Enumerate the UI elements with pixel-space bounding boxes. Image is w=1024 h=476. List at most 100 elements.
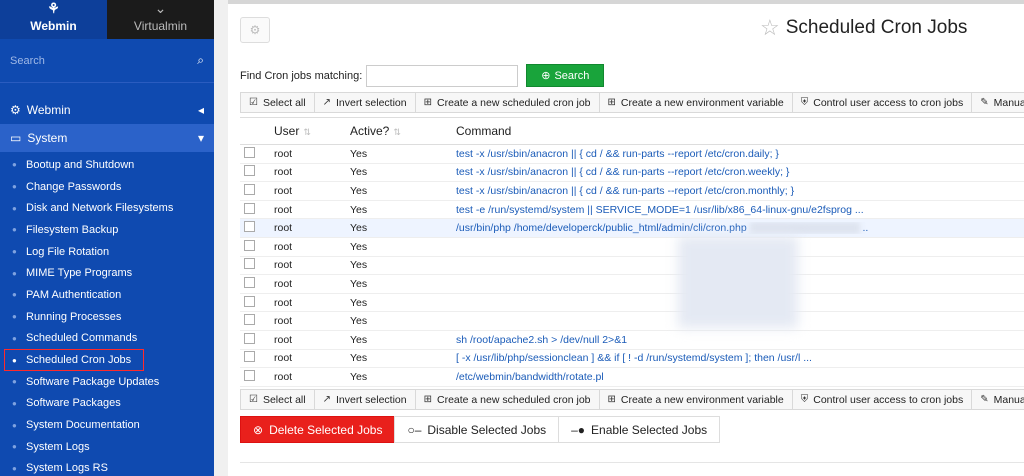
- command-link[interactable]: test -e /run/systemd/system || SERVICE_M…: [456, 204, 864, 216]
- row-checkbox[interactable]: [244, 332, 255, 344]
- external-link-icon: ↗: [322, 394, 331, 405]
- bullet-icon: ●: [12, 463, 17, 473]
- table-row[interactable]: root Yes test -x /usr/sbin/anacron || { cd…: [240, 182, 1024, 201]
- sidebar-item-disk-filesystems[interactable]: ● Disk and Network Filesystems: [0, 197, 214, 219]
- manually-edit-button[interactable]: ✎ Manually ed: [971, 92, 1024, 113]
- row-select-cell: [240, 183, 270, 198]
- header-command[interactable]: Command: [456, 124, 1024, 138]
- sidebar-item-pam[interactable]: ● PAM Authentication: [0, 284, 214, 306]
- row-checkbox[interactable]: [244, 221, 255, 233]
- table-row[interactable]: root Yes test -x /usr/sbin/anacron || { cd…: [240, 145, 1024, 164]
- row-checkbox[interactable]: [244, 295, 255, 307]
- edit-icon: ✎: [980, 97, 989, 108]
- row-checkbox[interactable]: [244, 314, 255, 326]
- command-link[interactable]: test -x /usr/sbin/anacron || { cd / && r…: [456, 185, 794, 197]
- sidebar-item-running-processes[interactable]: ● Running Processes: [0, 306, 214, 328]
- virtualmin-tab[interactable]: ⌄ Virtualmin: [107, 0, 214, 39]
- table-row[interactable]: root Yes: [240, 257, 1024, 276]
- sidebar-item-mime-types[interactable]: ● MIME Type Programs: [0, 262, 214, 284]
- bullet-icon: ●: [12, 442, 17, 452]
- enable-selected-button[interactable]: –● Enable Selected Jobs: [558, 416, 721, 443]
- control-access-button[interactable]: ⛨ Control user access to cron jobs: [791, 389, 973, 410]
- delete-icon: ⊗: [253, 422, 264, 437]
- control-access-label: Control user access to cron jobs: [813, 393, 964, 406]
- sidebar-item-scheduled-cron-jobs[interactable]: ● Scheduled Cron Jobs: [4, 349, 144, 371]
- select-all-button[interactable]: ☑ Select all: [240, 389, 315, 410]
- sidebar-category-system[interactable]: ▭ System ▾: [0, 124, 214, 152]
- command-link[interactable]: /etc/webmin/bandwidth/rotate.pl: [456, 371, 604, 383]
- row-active: Yes: [350, 370, 368, 383]
- bullet-icon: ●: [12, 290, 17, 300]
- row-checkbox[interactable]: [244, 276, 255, 288]
- row-select-cell: [240, 314, 270, 328]
- toggle-on-icon: –●: [571, 422, 586, 437]
- command-link[interactable]: /usr/bin/php /home/developerck/public_ht…: [456, 222, 747, 234]
- sidebar-category-webmin[interactable]: ⚙ Webmin ◂: [0, 96, 214, 124]
- command-link[interactable]: [ -x /usr/lib/php/sessionclean ] && if […: [456, 352, 812, 364]
- table-body: root Yes test -x /usr/sbin/anacron || { cd…: [240, 145, 1024, 387]
- invert-selection-button[interactable]: ↗ Invert selection: [313, 389, 416, 410]
- control-access-button[interactable]: ⛨ Control user access to cron jobs: [791, 92, 973, 113]
- row-active: Yes: [350, 240, 368, 253]
- table-row[interactable]: root Yes [ -x /usr/lib/php/sessionclean ] …: [240, 350, 1024, 369]
- table-row[interactable]: root Yes: [240, 275, 1024, 294]
- row-checkbox[interactable]: [244, 146, 255, 158]
- row-active: Yes: [350, 277, 368, 290]
- table-row[interactable]: root Yes/etc/webmin/bandwidth/rotate.pl: [240, 368, 1024, 387]
- sidebar-search[interactable]: Search ⌕: [0, 39, 214, 83]
- command-link[interactable]: test -x /usr/sbin/anacron || { cd / && r…: [456, 166, 789, 178]
- shield-icon: ⛨: [800, 97, 809, 108]
- table-row[interactable]: root Yes: [240, 312, 1024, 331]
- command-link[interactable]: test -x /usr/sbin/anacron || { cd / && r…: [456, 148, 779, 160]
- header-user[interactable]: User ⇅: [270, 124, 350, 138]
- sidebar-item-log-rotation[interactable]: ● Log File Rotation: [0, 241, 214, 263]
- row-select-cell: [240, 276, 270, 291]
- external-link-icon: ↗: [322, 97, 331, 108]
- search-button-label: Search: [554, 69, 590, 82]
- disable-selected-button[interactable]: ○– Disable Selected Jobs: [394, 416, 560, 443]
- row-checkbox[interactable]: [244, 202, 255, 214]
- sidebar-item-label: Log File Rotation: [26, 245, 110, 258]
- row-checkbox[interactable]: [244, 239, 255, 251]
- delete-selected-button[interactable]: ⊗ Delete Selected Jobs: [240, 416, 396, 443]
- search-button[interactable]: ⊕ Search: [526, 64, 605, 87]
- sidebar-item-change-passwords[interactable]: ● Change Passwords: [0, 176, 214, 198]
- sidebar-item-system-logs-rs[interactable]: ● System Logs RS: [0, 458, 214, 476]
- select-all-button[interactable]: ☑ Select all: [240, 92, 315, 113]
- sidebar-item-software-packages[interactable]: ● Software Packages: [0, 393, 214, 415]
- header-active[interactable]: Active? ⇅: [350, 124, 456, 138]
- row-user: root: [274, 184, 293, 197]
- table-row[interactable]: root Yes: [240, 238, 1024, 257]
- table-row[interactable]: root Yes sh /root/apache2.sh > /dev/null 2…: [240, 331, 1024, 350]
- row-checkbox[interactable]: [244, 369, 255, 381]
- create-env-var-button[interactable]: ⊞ Create a new environment variable: [598, 389, 793, 410]
- command-link[interactable]: sh /root/apache2.sh > /dev/null 2>&1: [456, 334, 627, 346]
- manually-edit-button[interactable]: ✎ Manually ed: [971, 389, 1024, 410]
- invert-selection-button[interactable]: ↗ Invert selection: [313, 92, 416, 113]
- create-env-var-button[interactable]: ⊞ Create a new environment variable: [598, 92, 793, 113]
- webmin-tab[interactable]: ⚘ Webmin: [0, 0, 107, 39]
- row-checkbox[interactable]: [244, 165, 255, 177]
- create-cron-job-button[interactable]: ⊞ Create a new scheduled cron job: [414, 389, 600, 410]
- create-cron-job-button[interactable]: ⊞ Create a new scheduled cron job: [414, 92, 600, 113]
- table-row[interactable]: root Yes/usr/bin/php /home/developerck/pu…: [240, 219, 1024, 238]
- row-checkbox[interactable]: [244, 258, 255, 270]
- sidebar-item-scheduled-commands[interactable]: ● Scheduled Commands: [0, 328, 214, 350]
- sidebar-item-system-logs[interactable]: ● System Logs: [0, 436, 214, 458]
- sidebar-item-system-documentation[interactable]: ● System Documentation: [0, 414, 214, 436]
- sidebar-item-filesystem-backup[interactable]: ● Filesystem Backup: [0, 219, 214, 241]
- table-row[interactable]: root Yes: [240, 294, 1024, 313]
- row-checkbox[interactable]: [244, 183, 255, 195]
- table-row[interactable]: root Yes test -e /run/systemd/system || SE…: [240, 201, 1024, 220]
- row-checkbox[interactable]: [244, 351, 255, 363]
- sidebar-item-package-updates[interactable]: ● Software Package Updates: [0, 371, 214, 393]
- sidebar-item-bootup[interactable]: ● Bootup and Shutdown: [0, 154, 214, 176]
- module-config-button[interactable]: ⚙: [240, 17, 270, 43]
- row-command: test -e /run/systemd/system || SERVICE_M…: [456, 204, 1024, 216]
- find-input[interactable]: [366, 64, 519, 87]
- search-icon[interactable]: ⌕: [197, 53, 204, 68]
- row-user: root: [274, 203, 293, 216]
- table-row[interactable]: root Yes test -x /usr/sbin/anacron || { cd…: [240, 164, 1024, 183]
- divider: [240, 462, 1024, 463]
- star-icon[interactable]: ☆: [760, 15, 780, 41]
